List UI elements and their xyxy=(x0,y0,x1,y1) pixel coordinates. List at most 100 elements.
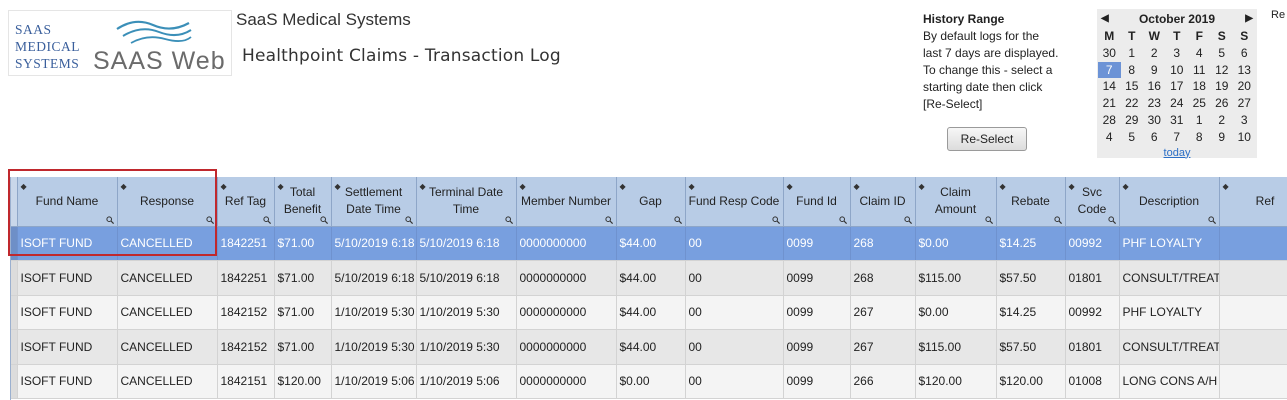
calendar-day[interactable]: 29 xyxy=(1121,112,1144,129)
column-header[interactable]: ◆ Fund Resp Code xyxy=(685,177,784,227)
calendar-day[interactable]: 2 xyxy=(1211,112,1234,129)
sort-icon[interactable]: ◆ xyxy=(1069,178,1075,195)
column-header[interactable]: ◆ Rebate xyxy=(996,177,1066,227)
calendar-day[interactable]: 28 xyxy=(1098,112,1121,129)
calendar-day[interactable]: 5 xyxy=(1211,45,1234,62)
search-icon[interactable] xyxy=(404,215,413,224)
sort-icon[interactable]: ◆ xyxy=(221,178,227,195)
table-row[interactable]: ISOFT FUND CANCELLED 1842151 $120.00 1/10/20… xyxy=(11,364,1287,399)
calendar-day[interactable]: 6 xyxy=(1233,45,1256,62)
sort-icon[interactable]: ◆ xyxy=(787,178,793,195)
calendar-day[interactable]: 17 xyxy=(1166,78,1189,95)
sort-icon[interactable]: ◆ xyxy=(620,178,626,195)
calendar-day[interactable]: 11 xyxy=(1188,62,1211,79)
calendar-day[interactable]: 9 xyxy=(1143,62,1166,79)
search-icon[interactable] xyxy=(262,215,271,224)
calendar-day[interactable]: 7 xyxy=(1098,61,1121,79)
calendar-day[interactable]: 31 xyxy=(1166,112,1189,129)
sort-icon[interactable]: ◆ xyxy=(420,178,426,195)
column-header[interactable]: ◆ Svc Code xyxy=(1065,177,1120,227)
search-icon[interactable] xyxy=(1107,215,1116,224)
calendar-day[interactable]: 19 xyxy=(1211,78,1234,95)
calendar-day[interactable]: 5 xyxy=(1121,129,1144,146)
sort-icon[interactable]: ◆ xyxy=(1223,178,1229,195)
calendar-day[interactable]: 9 xyxy=(1211,129,1234,146)
sort-icon[interactable]: ◆ xyxy=(689,178,695,195)
column-header[interactable]: ◆ Member Number xyxy=(516,177,617,227)
sort-icon[interactable]: ◆ xyxy=(121,178,127,195)
calendar-today-link[interactable]: today xyxy=(1097,146,1257,161)
sort-icon[interactable]: ◆ xyxy=(278,178,284,195)
column-header-label: Total Benefit xyxy=(283,185,322,217)
calendar-day[interactable]: 12 xyxy=(1211,62,1234,79)
calendar-day[interactable]: 15 xyxy=(1121,78,1144,95)
calendar-day[interactable]: 24 xyxy=(1166,95,1189,112)
search-icon[interactable] xyxy=(105,215,114,224)
calendar-day[interactable]: 30 xyxy=(1098,45,1121,62)
search-icon[interactable] xyxy=(205,215,214,224)
calendar-day[interactable]: 1 xyxy=(1121,45,1144,62)
calendar: ◀ October 2019 ▶ M T W T F S S 30 1 2 3 4 5 6 7 8 9 10 11 1… xyxy=(1097,9,1257,161)
column-header[interactable]: ◆ Claim Amount xyxy=(915,177,997,227)
column-header[interactable]: ◆ Claim ID xyxy=(850,177,916,227)
column-header[interactable]: ◆ Description xyxy=(1119,177,1220,227)
column-header[interactable]: ◆ Gap xyxy=(616,177,686,227)
calendar-day[interactable]: 13 xyxy=(1233,62,1256,79)
calendar-day[interactable]: 10 xyxy=(1233,129,1256,146)
column-header[interactable]: ◆ Response xyxy=(117,177,218,227)
column-header[interactable]: ◆ Total Benefit xyxy=(274,177,332,227)
column-header[interactable]: ◆ Settlement Date Time xyxy=(331,177,417,227)
calendar-day[interactable]: 4 xyxy=(1098,129,1121,146)
calendar-day[interactable]: 27 xyxy=(1233,95,1256,112)
calendar-day[interactable]: 6 xyxy=(1143,129,1166,146)
search-icon[interactable] xyxy=(673,215,682,224)
calendar-day[interactable]: 7 xyxy=(1166,129,1189,146)
search-icon[interactable] xyxy=(1053,215,1062,224)
search-icon[interactable] xyxy=(319,215,328,224)
calendar-prev-icon[interactable]: ◀ xyxy=(1101,13,1109,24)
calendar-day[interactable]: 25 xyxy=(1188,95,1211,112)
sort-icon[interactable]: ◆ xyxy=(520,178,526,195)
calendar-day[interactable]: 20 xyxy=(1233,78,1256,95)
calendar-day[interactable]: 30 xyxy=(1143,112,1166,129)
sort-icon[interactable]: ◆ xyxy=(1000,178,1006,195)
calendar-day[interactable]: 3 xyxy=(1233,112,1256,129)
calendar-day[interactable]: 21 xyxy=(1098,95,1121,112)
calendar-next-icon[interactable]: ▶ xyxy=(1245,13,1253,24)
reselect-button[interactable]: Re-Select xyxy=(947,127,1027,151)
search-icon[interactable] xyxy=(1207,215,1216,224)
table-row[interactable]: ISOFT FUND CANCELLED 1842251 $71.00 5/10/201… xyxy=(11,260,1287,296)
sort-icon[interactable]: ◆ xyxy=(335,178,341,195)
search-icon[interactable] xyxy=(984,215,993,224)
search-icon[interactable] xyxy=(771,215,780,224)
calendar-day[interactable]: 18 xyxy=(1188,78,1211,95)
calendar-day[interactable]: 23 xyxy=(1143,95,1166,112)
calendar-day[interactable]: 8 xyxy=(1188,129,1211,146)
calendar-day[interactable]: 16 xyxy=(1143,78,1166,95)
column-header[interactable]: ◆ Terminal Date Time xyxy=(416,177,517,227)
calendar-day[interactable]: 26 xyxy=(1211,95,1234,112)
table-row[interactable]: ISOFT FUND CANCELLED 1842152 $71.00 1/10/201… xyxy=(11,329,1287,365)
column-header[interactable]: ◆ Fund Name xyxy=(17,177,118,227)
calendar-day[interactable]: 22 xyxy=(1121,95,1144,112)
table-row[interactable]: ISOFT FUND CANCELLED 1842251 $71.00 5/10/201… xyxy=(11,226,1287,261)
sort-icon[interactable]: ◆ xyxy=(1123,178,1129,195)
column-header[interactable]: ◆ Ref xyxy=(1219,177,1287,227)
column-header[interactable]: ◆ Ref Tag xyxy=(217,177,275,227)
calendar-day[interactable]: 2 xyxy=(1143,45,1166,62)
sort-icon[interactable]: ◆ xyxy=(919,178,925,195)
calendar-day[interactable]: 8 xyxy=(1121,62,1144,79)
calendar-day[interactable]: 4 xyxy=(1188,45,1211,62)
calendar-day[interactable]: 14 xyxy=(1098,78,1121,95)
column-header[interactable]: ◆ Fund Id xyxy=(783,177,851,227)
search-icon[interactable] xyxy=(838,215,847,224)
search-icon[interactable] xyxy=(903,215,912,224)
table-row[interactable]: ISOFT FUND CANCELLED 1842152 $71.00 1/10/201… xyxy=(11,295,1287,330)
calendar-day[interactable]: 3 xyxy=(1166,45,1189,62)
search-icon[interactable] xyxy=(504,215,513,224)
sort-icon[interactable]: ◆ xyxy=(21,178,27,195)
sort-icon[interactable]: ◆ xyxy=(854,178,860,195)
calendar-day[interactable]: 10 xyxy=(1166,62,1189,79)
search-icon[interactable] xyxy=(604,215,613,224)
calendar-day[interactable]: 1 xyxy=(1188,112,1211,129)
